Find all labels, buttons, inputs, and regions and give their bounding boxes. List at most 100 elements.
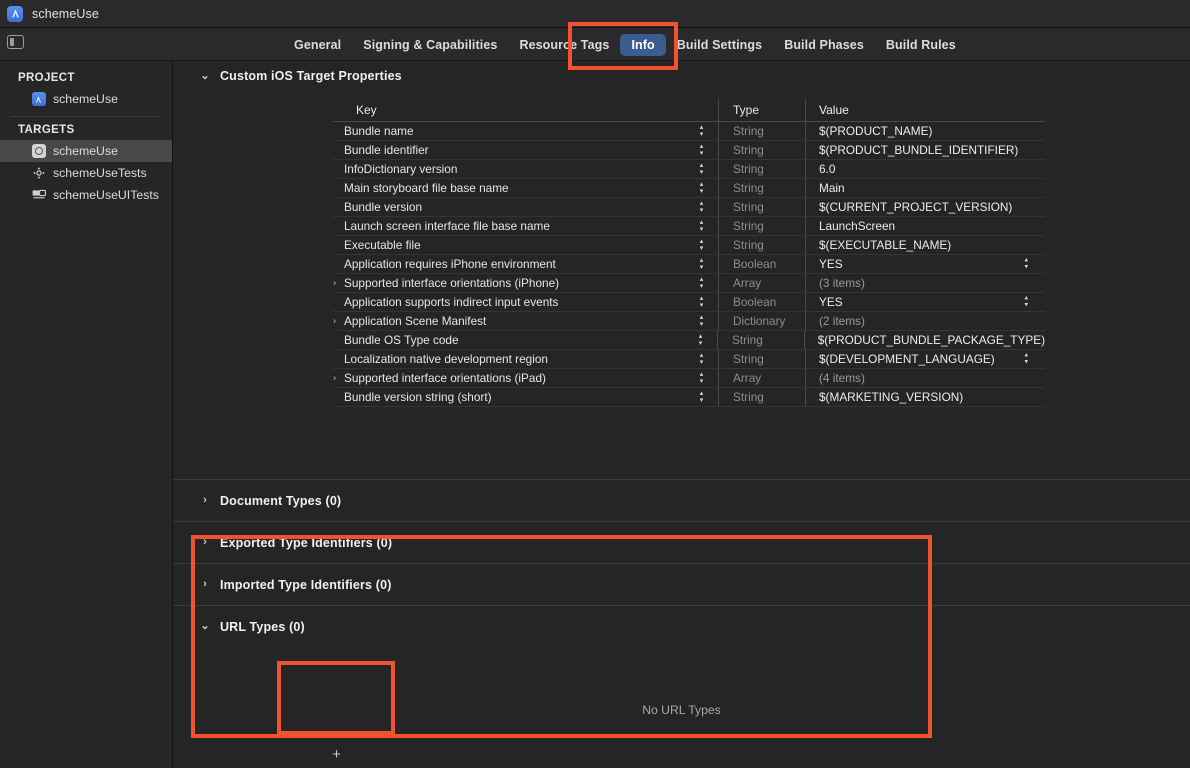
value-stepper[interactable]: ▴ ▾ bbox=[1024, 295, 1028, 309]
tab-build-rules[interactable]: Build Rules bbox=[875, 34, 967, 56]
plist-key-cell[interactable]: › Supported interface orientations (iPhon… bbox=[333, 276, 697, 290]
plist-value-cell[interactable]: (4 items) bbox=[805, 369, 1045, 387]
sidebar-item-project-schemeuse[interactable]: schemeUse bbox=[0, 88, 172, 110]
tab-general[interactable]: General bbox=[283, 34, 352, 56]
plist-type-cell[interactable]: String bbox=[718, 141, 805, 159]
plist-key-cell[interactable]: Application supports indirect input even… bbox=[333, 295, 697, 309]
plist-key-cell[interactable]: Bundle name bbox=[333, 124, 697, 138]
tab-build-settings[interactable]: Build Settings bbox=[666, 34, 773, 56]
plist-type-cell[interactable]: String bbox=[718, 388, 805, 406]
plist-type-cell[interactable]: String bbox=[716, 331, 804, 349]
sidebar-item-target-schemeuseuitests[interactable]: schemeUseUITests bbox=[0, 184, 172, 206]
key-type-stepper[interactable]: ▴ ▾ bbox=[697, 238, 706, 252]
plist-value-cell[interactable]: $(PRODUCT_BUNDLE_IDENTIFIER) bbox=[805, 141, 1045, 159]
sidebar-item-target-schemeuse[interactable]: schemeUse bbox=[0, 140, 172, 162]
chevron-down-icon[interactable]: ⌄ bbox=[199, 621, 211, 632]
chevron-down-icon[interactable]: ⌄ bbox=[199, 70, 211, 82]
chevron-right-icon[interactable]: › bbox=[199, 579, 211, 590]
plist-type-cell[interactable]: Dictionary bbox=[718, 312, 805, 330]
plist-key-cell[interactable]: Bundle OS Type code bbox=[333, 333, 696, 347]
plist-type-cell[interactable]: String bbox=[718, 236, 805, 254]
plist-type-cell[interactable]: String bbox=[718, 179, 805, 197]
section-custom-ios-target-properties[interactable]: ⌄ Custom iOS Target Properties bbox=[173, 61, 1190, 91]
value-stepper[interactable]: ▴ ▾ bbox=[1024, 352, 1028, 366]
table-row[interactable]: › Supported interface orientations (iPhon… bbox=[333, 274, 1045, 293]
plist-type-cell[interactable]: String bbox=[718, 217, 805, 235]
plist-value-cell[interactable]: Main bbox=[805, 179, 1045, 197]
plist-type-cell[interactable]: Boolean bbox=[718, 293, 805, 311]
plist-type-cell[interactable]: Array bbox=[718, 274, 805, 292]
plist-value-cell[interactable]: $(MARKETING_VERSION) bbox=[805, 388, 1045, 406]
table-row[interactable]: Application requires iPhone environment ▴… bbox=[333, 255, 1045, 274]
table-row[interactable]: Bundle version string (short) ▴ ▾ String $(M… bbox=[333, 388, 1045, 407]
key-type-stepper[interactable]: ▴ ▾ bbox=[696, 333, 705, 347]
plist-key-cell[interactable]: Bundle identifier bbox=[333, 143, 697, 157]
table-row[interactable]: Bundle OS Type code ▴ ▾ String $(PRODUCT_BUN… bbox=[333, 331, 1045, 350]
key-type-stepper[interactable]: ▴ ▾ bbox=[697, 181, 706, 195]
key-type-stepper[interactable]: ▴ ▾ bbox=[697, 124, 706, 138]
key-type-stepper[interactable]: ▴ ▾ bbox=[697, 371, 706, 385]
chevron-right-icon[interactable]: › bbox=[199, 537, 211, 548]
plist-key-cell[interactable]: Main storyboard file base name bbox=[333, 181, 697, 195]
chevron-right-icon[interactable]: › bbox=[333, 316, 336, 327]
plist-value-cell[interactable]: $(EXECUTABLE_NAME) bbox=[805, 236, 1045, 254]
plist-key-cell[interactable]: Launch screen interface file base name bbox=[333, 219, 697, 233]
plist-key-cell[interactable]: Bundle version string (short) bbox=[333, 390, 697, 404]
plist-key-cell[interactable]: Bundle version bbox=[333, 200, 697, 214]
plist-value-cell[interactable]: $(PRODUCT_BUNDLE_PACKAGE_TYPE) bbox=[803, 331, 1045, 349]
plist-value-cell[interactable]: YES ▴ ▾ bbox=[805, 255, 1045, 273]
plist-type-cell[interactable]: String bbox=[718, 198, 805, 216]
plist-key-cell[interactable]: Localization native development region bbox=[333, 352, 697, 366]
key-type-stepper[interactable]: ▴ ▾ bbox=[697, 295, 706, 309]
tab-resource-tags[interactable]: Resource Tags bbox=[508, 34, 620, 56]
section-exported-type-identifiers[interactable]: › Exported Type Identifiers (0) bbox=[173, 522, 1190, 563]
add-url-type-button[interactable]: + bbox=[278, 718, 395, 768]
section-document-types[interactable]: › Document Types (0) bbox=[173, 480, 1190, 521]
tab-build-phases[interactable]: Build Phases bbox=[773, 34, 875, 56]
table-row[interactable]: › Application Scene Manifest ▴ ▾ Dictionary (… bbox=[333, 312, 1045, 331]
plist-value-cell[interactable]: LaunchScreen bbox=[805, 217, 1045, 235]
table-row[interactable]: Bundle identifier ▴ ▾ String $(PRODUCT_BUNDL… bbox=[333, 141, 1045, 160]
table-row[interactable]: Bundle version ▴ ▾ String $(CURRENT_PROJECT_… bbox=[333, 198, 1045, 217]
plist-key-cell[interactable]: Application requires iPhone environment bbox=[333, 257, 697, 271]
key-type-stepper[interactable]: ▴ ▾ bbox=[697, 200, 706, 214]
section-url-types[interactable]: ⌄ URL Types (0) bbox=[173, 606, 1190, 647]
table-row[interactable]: › Supported interface orientations (iPad)… bbox=[333, 369, 1045, 388]
table-row[interactable]: Localization native development region ▴ ▾… bbox=[333, 350, 1045, 369]
key-type-stepper[interactable]: ▴ ▾ bbox=[697, 352, 706, 366]
key-type-stepper[interactable]: ▴ ▾ bbox=[697, 219, 706, 233]
plist-value-cell[interactable]: $(PRODUCT_NAME) bbox=[805, 122, 1045, 140]
plist-value-cell[interactable]: $(DEVELOPMENT_LANGUAGE) ▴ ▾ bbox=[805, 350, 1045, 368]
chevron-right-icon[interactable]: › bbox=[333, 373, 336, 384]
key-type-stepper[interactable]: ▴ ▾ bbox=[697, 390, 706, 404]
tab-info[interactable]: Info bbox=[620, 33, 666, 56]
plist-value-cell[interactable]: (2 items) bbox=[805, 312, 1045, 330]
chevron-right-icon[interactable]: › bbox=[199, 495, 211, 506]
chevron-right-icon[interactable]: › bbox=[333, 278, 336, 289]
plist-type-cell[interactable]: String bbox=[718, 122, 805, 140]
plist-type-cell[interactable]: String bbox=[718, 160, 805, 178]
value-stepper[interactable]: ▴ ▾ bbox=[1024, 257, 1028, 271]
key-type-stepper[interactable]: ▴ ▾ bbox=[697, 276, 706, 290]
plist-key-cell[interactable]: InfoDictionary version bbox=[333, 162, 697, 176]
table-row[interactable]: Bundle name ▴ ▾ String $(PRODUCT_NAME) bbox=[333, 122, 1045, 141]
key-type-stepper[interactable]: ▴ ▾ bbox=[697, 162, 706, 176]
section-imported-type-identifiers[interactable]: › Imported Type Identifiers (0) bbox=[173, 564, 1190, 605]
plist-key-cell[interactable]: › Application Scene Manifest bbox=[333, 314, 697, 328]
plist-value-cell[interactable]: (3 items) bbox=[805, 274, 1045, 292]
plist-type-cell[interactable]: String bbox=[718, 350, 805, 368]
sidebar-toggle-icon[interactable] bbox=[7, 35, 24, 49]
plist-type-cell[interactable]: Boolean bbox=[718, 255, 805, 273]
sidebar-item-target-schemeusetests[interactable]: schemeUseTests bbox=[0, 162, 172, 184]
plist-key-cell[interactable]: › Supported interface orientations (iPad) bbox=[333, 371, 697, 385]
table-row[interactable]: Application supports indirect input even… bbox=[333, 293, 1045, 312]
plist-value-cell[interactable]: 6.0 bbox=[805, 160, 1045, 178]
key-type-stepper[interactable]: ▴ ▾ bbox=[697, 257, 706, 271]
key-type-stepper[interactable]: ▴ ▾ bbox=[697, 314, 706, 328]
tab-signing-capabilities[interactable]: Signing & Capabilities bbox=[352, 34, 508, 56]
table-row[interactable]: InfoDictionary version ▴ ▾ String 6.0 bbox=[333, 160, 1045, 179]
key-type-stepper[interactable]: ▴ ▾ bbox=[697, 143, 706, 157]
table-row[interactable]: Executable file ▴ ▾ String $(EXECUTABLE_NAME… bbox=[333, 236, 1045, 255]
plist-type-cell[interactable]: Array bbox=[718, 369, 805, 387]
plist-value-cell[interactable]: $(CURRENT_PROJECT_VERSION) bbox=[805, 198, 1045, 216]
